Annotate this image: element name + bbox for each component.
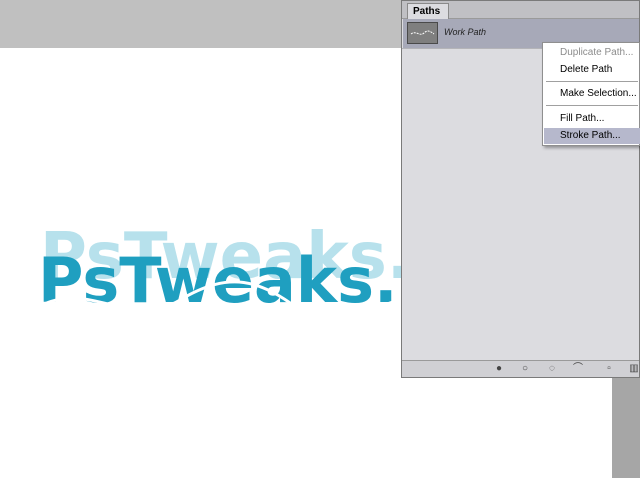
menu-item-duplicate-path[interactable]: Duplicate Path... [544, 45, 640, 61]
menu-item-stroke-path[interactable]: Stroke Path... [544, 128, 640, 144]
menu-item-make-selection[interactable]: Make Selection... [544, 86, 640, 102]
artwork-reflection-text: PsTweaks. [38, 379, 397, 380]
workspace-background [612, 378, 640, 478]
menu-separator [546, 81, 638, 82]
load-as-selection-icon[interactable]: ◌ [545, 362, 559, 376]
path-name: Work Path [444, 27, 487, 37]
tab-paths[interactable]: Paths [407, 3, 450, 19]
menu-item-delete-path[interactable]: Delete Path [544, 62, 640, 78]
artwork-text: PsTweaks. PsTweaks. PsTweaks. [38, 220, 411, 380]
stroke-path-icon[interactable]: ○ [518, 362, 532, 376]
new-path-icon[interactable]: ▫ [602, 362, 616, 376]
make-work-path-icon[interactable]: ⌒ [571, 362, 585, 376]
panel-footer: ● ○ ◌ ⌒ ▫ ▥ [402, 360, 639, 377]
delete-path-icon[interactable]: ▥ [627, 362, 640, 376]
menu-separator [546, 105, 638, 106]
path-thumbnail [407, 22, 438, 44]
menu-item-fill-path[interactable]: Fill Path... [544, 111, 640, 127]
fill-path-icon[interactable]: ● [492, 362, 506, 376]
artwork-main-text: PsTweaks. [38, 244, 398, 317]
context-menu: Duplicate Path... Delete Path Make Selec… [542, 42, 640, 146]
path-preview-icon [410, 30, 435, 35]
panel-tab-bar: Paths [402, 1, 639, 19]
